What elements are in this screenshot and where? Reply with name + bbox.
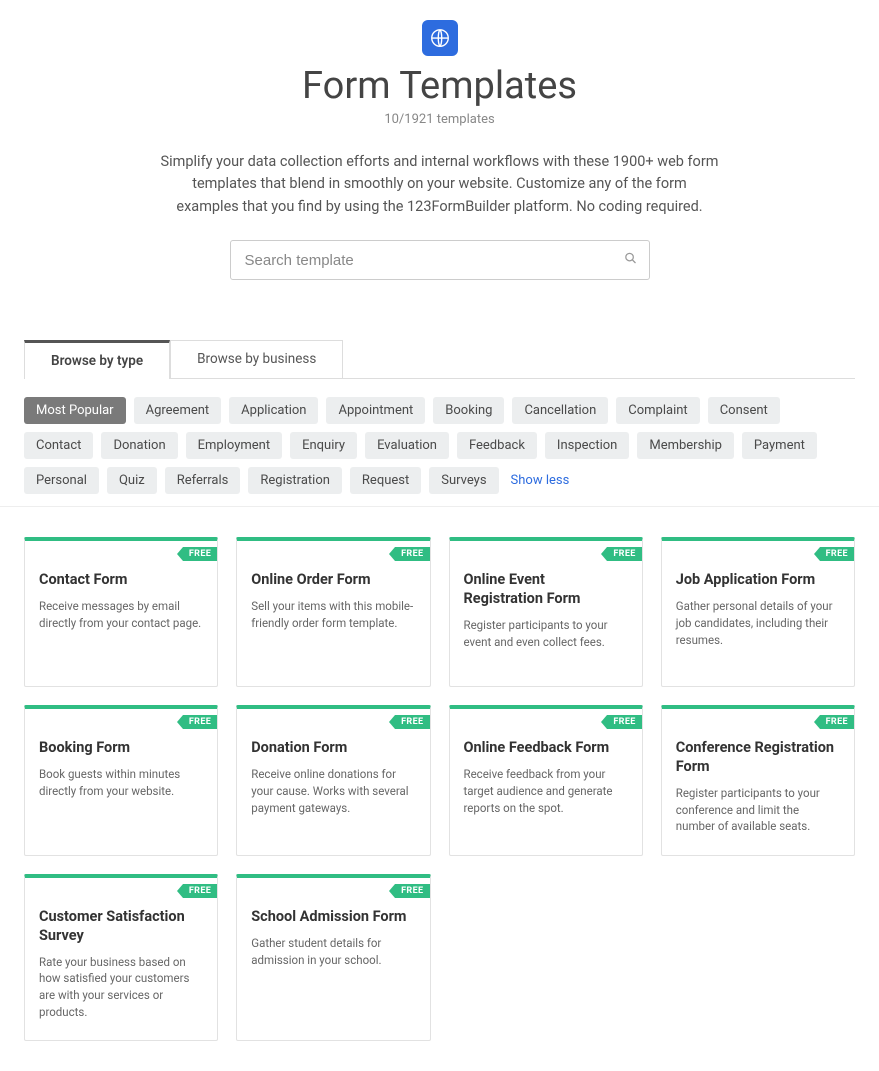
template-card[interactable]: FREE Online Order Form Sell your items wit… <box>236 537 430 687</box>
template-card[interactable]: FREE Conference Registration Form Register… <box>661 705 855 856</box>
template-card[interactable]: FREE Customer Satisfaction Survey Rate you… <box>24 874 218 1041</box>
template-card[interactable]: FREE School Admission Form Gather student … <box>236 874 430 1041</box>
filter-chip[interactable]: Surveys <box>429 467 498 494</box>
card-description: Register participants to your conference… <box>676 785 840 835</box>
free-badge: FREE <box>395 715 429 729</box>
card-title: Online Event Registration Form <box>464 571 628 609</box>
filter-chip[interactable]: Payment <box>742 432 817 459</box>
free-badge: FREE <box>820 547 854 561</box>
page-title: Form Templates <box>0 64 879 108</box>
free-badge: FREE <box>183 547 217 561</box>
template-card[interactable]: FREE Online Feedback Form Receive feedback… <box>449 705 643 856</box>
template-grid: FREE Contact Form Receive messages by emai… <box>0 507 879 1071</box>
card-title: Conference Registration Form <box>676 739 840 777</box>
card-description: Register participants to your event and … <box>464 617 628 650</box>
filter-chip[interactable]: Application <box>229 397 318 424</box>
filter-chip[interactable]: Agreement <box>134 397 222 424</box>
search-input[interactable] <box>230 240 650 280</box>
template-card[interactable]: FREE Booking Form Book guests within minut… <box>24 705 218 856</box>
filter-chip[interactable]: Request <box>350 467 421 494</box>
filter-chip[interactable]: Referrals <box>165 467 241 494</box>
card-description: Receive messages by email directly from … <box>39 598 203 631</box>
filter-chip[interactable]: Contact <box>24 432 93 459</box>
filter-chip[interactable]: Evaluation <box>365 432 449 459</box>
tab-browse-by-business[interactable]: Browse by business <box>170 340 343 378</box>
card-title: Booking Form <box>39 739 203 758</box>
template-count: 10/1921 templates <box>0 112 879 127</box>
card-title: Job Application Form <box>676 571 840 590</box>
filter-chip[interactable]: Most Popular <box>24 397 126 424</box>
free-badge: FREE <box>607 547 641 561</box>
template-card[interactable]: FREE Contact Form Receive messages by emai… <box>24 537 218 687</box>
card-title: Donation Form <box>251 739 415 758</box>
filter-chip[interactable]: Donation <box>101 432 177 459</box>
free-badge: FREE <box>183 715 217 729</box>
free-badge: FREE <box>395 547 429 561</box>
filter-chip[interactable]: Appointment <box>326 397 425 424</box>
free-badge: FREE <box>607 715 641 729</box>
template-card[interactable]: FREE Online Event Registration Form Regist… <box>449 537 643 687</box>
card-description: Receive online donations for your cause.… <box>251 766 415 816</box>
card-title: Contact Form <box>39 571 203 590</box>
template-card[interactable]: FREE Job Application Form Gather personal … <box>661 537 855 687</box>
filter-chip[interactable]: Inspection <box>545 432 629 459</box>
card-description: Gather student details for admission in … <box>251 935 415 968</box>
free-badge: FREE <box>820 715 854 729</box>
card-title: Customer Satisfaction Survey <box>39 908 203 946</box>
filter-chip[interactable]: Registration <box>248 467 342 494</box>
filter-chip[interactable]: Booking <box>433 397 504 424</box>
intro-text: Simplify your data collection efforts an… <box>160 151 720 218</box>
card-description: Book guests within minutes directly from… <box>39 766 203 799</box>
globe-icon <box>422 20 458 56</box>
free-badge: FREE <box>395 884 429 898</box>
card-title: Online Order Form <box>251 571 415 590</box>
card-description: Gather personal details of your job cand… <box>676 598 840 648</box>
tabs: Browse by type Browse by business <box>24 340 855 379</box>
card-title: Online Feedback Form <box>464 739 628 758</box>
filter-chip[interactable]: Feedback <box>457 432 537 459</box>
filter-chip[interactable]: Personal <box>24 467 99 494</box>
filter-chip[interactable]: Cancellation <box>512 397 608 424</box>
filter-chip[interactable]: Consent <box>708 397 780 424</box>
template-card[interactable]: FREE Donation Form Receive online donation… <box>236 705 430 856</box>
free-badge: FREE <box>183 884 217 898</box>
filter-chip[interactable]: Quiz <box>107 467 157 494</box>
card-description: Rate your business based on how satisfie… <box>39 954 203 1021</box>
card-description: Receive feedback from your target audien… <box>464 766 628 816</box>
card-description: Sell your items with this mobile-friendl… <box>251 598 415 631</box>
filter-bar: Most Popular Agreement Application Appointm… <box>0 379 879 507</box>
show-less-link[interactable]: Show less <box>507 467 574 494</box>
tab-browse-by-type[interactable]: Browse by type <box>24 340 170 379</box>
filter-chip[interactable]: Membership <box>637 432 734 459</box>
filter-chip[interactable]: Enquiry <box>290 432 357 459</box>
filter-chip[interactable]: Employment <box>186 432 282 459</box>
filter-chip[interactable]: Complaint <box>616 397 699 424</box>
card-title: School Admission Form <box>251 908 415 927</box>
